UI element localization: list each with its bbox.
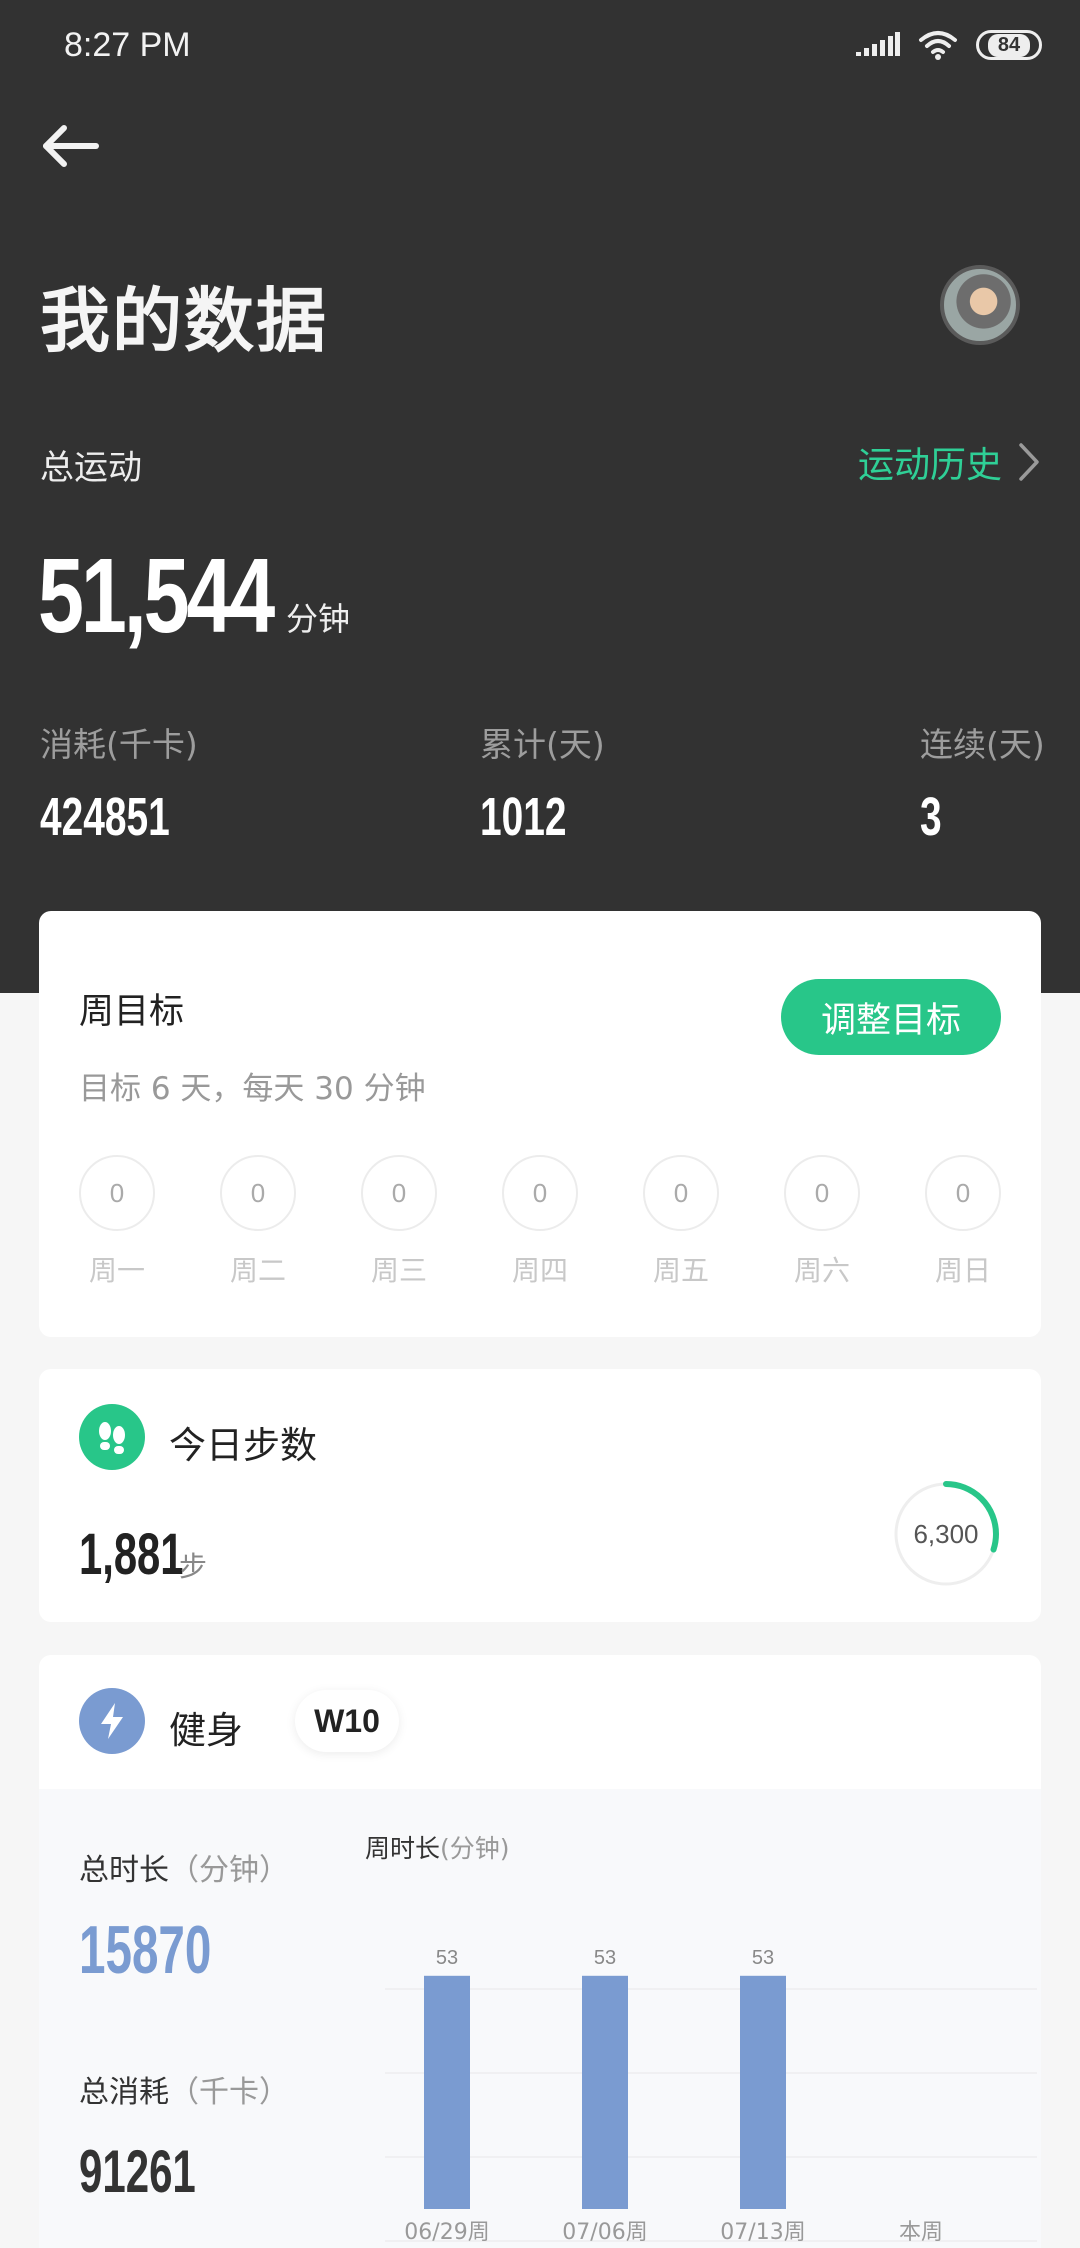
fitness-card[interactable]: 健身 W10 总时长（分钟） 15870 总消耗（千卡） 91261 周时长(分…	[39, 1655, 1041, 2248]
chart-data-label: 53	[436, 1947, 458, 1969]
day-progress-circle: 0	[643, 1155, 719, 1231]
fitness-badge: W10	[295, 1690, 399, 1752]
day-progress-circle: 0	[361, 1155, 437, 1231]
chart-x-tick-label: 07/13周	[720, 2220, 805, 2245]
chart-x-tick-label: 07/06周	[562, 2220, 647, 2245]
adjust-goal-button[interactable]: 调整目标	[781, 979, 1001, 1055]
chart-title-text: 周时长	[365, 1834, 441, 1863]
steps-goal-ring: 6,300	[893, 1481, 999, 1587]
day-progress-circle: 0	[79, 1155, 155, 1231]
total-duration-value: 15870	[79, 1912, 212, 1988]
calories-value: 424851	[40, 787, 170, 847]
chart-data-label: 53	[752, 1947, 774, 1969]
steps-unit: 步	[179, 1550, 208, 1583]
day-progress-circle: 0	[502, 1155, 578, 1231]
chart-bar[interactable]	[740, 1975, 786, 2209]
today-steps-card[interactable]: 今日步数 1,881 步 6,300	[39, 1369, 1041, 1622]
total-duration-label-text: 总时长	[79, 1853, 169, 1888]
day-progress-circle: 0	[784, 1155, 860, 1231]
weekly-goal-card: 周目标 调整目标 目标 6 天，每天 30 分钟 0 周一 0 周二 0 周三 …	[39, 911, 1041, 1337]
exercise-history-label: 运动历史	[857, 445, 1002, 486]
chart-x-tick-label: 06/29周	[404, 2220, 489, 2245]
fitness-title: 健身	[169, 1709, 243, 1752]
day-tuesday: 0 周二	[220, 1155, 296, 1289]
chart-data-label: 53	[594, 1947, 616, 1969]
total-duration-unit: （分钟）	[169, 1853, 289, 1888]
day-progress-circle: 0	[220, 1155, 296, 1231]
day-saturday: 0 周六	[784, 1155, 860, 1289]
weekly-goal-description: 目标 6 天，每天 30 分钟	[79, 1071, 426, 1107]
day-monday: 0 周一	[79, 1155, 155, 1289]
calories-label: 消耗(千卡)	[40, 725, 198, 764]
day-label: 周六	[793, 1254, 850, 1287]
cumulative-days-value: 1012	[480, 787, 567, 847]
total-calories-unit: （千卡）	[169, 2075, 289, 2110]
chart-title: 周时长(分钟)	[365, 1829, 510, 1865]
day-label: 周日	[934, 1254, 991, 1287]
footprints-icon	[79, 1404, 145, 1470]
day-label: 周四	[511, 1254, 568, 1287]
lightning-icon	[79, 1688, 145, 1754]
steps-goal-value: 6,300	[913, 1518, 979, 1549]
chart-title-unit: (分钟)	[440, 1834, 510, 1863]
status-time: 8:27 PM	[64, 26, 191, 64]
total-exercise-value: 51,544	[38, 537, 275, 655]
chart-bar[interactable]	[424, 1975, 470, 2209]
avatar[interactable]	[940, 265, 1020, 345]
wifi-icon	[919, 31, 957, 60]
status-icons: 84	[856, 30, 1042, 60]
today-steps-title: 今日步数	[169, 1424, 317, 1467]
total-calories-label: 总消耗（千卡）	[79, 2067, 289, 2111]
back-arrow-icon[interactable]	[38, 118, 102, 174]
weekly-goal-title: 周目标	[79, 992, 185, 1032]
battery-icon: 84	[976, 30, 1042, 60]
streak-days-value: 3	[920, 787, 942, 847]
day-label: 周二	[229, 1254, 286, 1287]
total-exercise-unit: 分钟	[286, 600, 351, 638]
day-friday: 0 周五	[643, 1155, 719, 1289]
total-calories-value: 91261	[79, 2138, 196, 2205]
cumulative-days-label: 累计(天)	[480, 725, 605, 764]
total-exercise-label: 总运动	[40, 448, 142, 488]
battery-level: 84	[987, 33, 1031, 57]
signal-icon	[856, 32, 900, 56]
day-progress-circle: 0	[925, 1155, 1001, 1231]
weekly-duration-chart: 53 06/29周 53 07/06周 53 07/13周 本周	[385, 1947, 1037, 2245]
total-duration-label: 总时长（分钟）	[79, 1845, 289, 1889]
chart-x-tick-label: 本周	[899, 2220, 943, 2245]
day-sunday: 0 周日	[925, 1155, 1001, 1289]
day-thursday: 0 周四	[502, 1155, 578, 1289]
steps-value: 1,881	[79, 1522, 184, 1587]
day-label: 周一	[88, 1254, 145, 1287]
day-label: 周三	[370, 1254, 427, 1287]
chevron-right-icon	[1019, 443, 1039, 481]
chart-bar[interactable]	[582, 1975, 628, 2209]
day-wednesday: 0 周三	[361, 1155, 437, 1289]
exercise-history-link[interactable]: 运动历史	[858, 436, 1040, 488]
header-hero: 8:27 PM 84 我的数据 总运动 运动历史 51,544 分钟 消耗(千卡…	[0, 0, 1080, 993]
streak-days-label: 连续(天)	[920, 725, 1045, 764]
page-title: 我的数据	[40, 280, 328, 362]
total-calories-label-text: 总消耗	[79, 2075, 169, 2110]
day-label: 周五	[652, 1254, 709, 1287]
